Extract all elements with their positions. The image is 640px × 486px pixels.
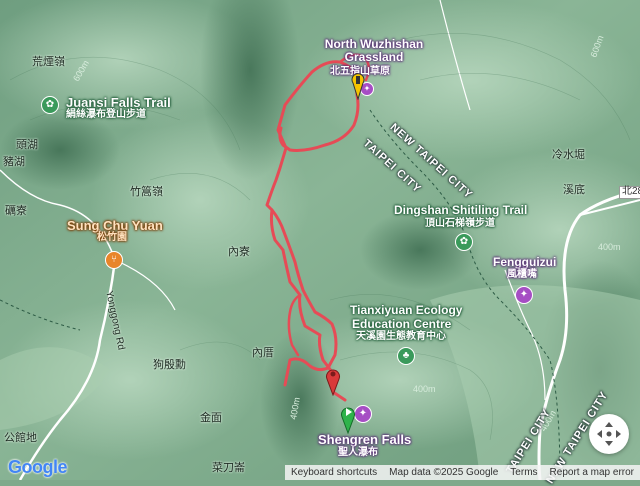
place-label: 狗殷勳 (153, 359, 186, 371)
waypoint-pin-icon[interactable] (350, 70, 366, 100)
park-icon[interactable]: ✿ (455, 233, 473, 251)
place-label: 頭湖 (16, 139, 38, 151)
camera-control-icon (597, 422, 621, 446)
google-logo: Google (8, 457, 68, 477)
place-label: 荒煙嶺 (32, 56, 65, 68)
report-map-error-link[interactable]: Report a map error (544, 467, 640, 478)
park-icon[interactable]: ✿ (41, 96, 59, 114)
place-label: 內寮 (228, 246, 250, 258)
place-label: 竹篙嶺 (130, 186, 163, 198)
camera-control-button[interactable] (589, 414, 629, 454)
place-label: 內厝 (252, 347, 274, 359)
museum-icon[interactable]: ✦ (515, 286, 533, 304)
place-label: 豬湖 (3, 156, 25, 168)
restaurant-icon[interactable]: ⑂ (105, 251, 123, 269)
fengguizui-label-zh: 風櫃嘴 (507, 269, 537, 280)
place-label: 溪底 (563, 184, 585, 196)
map-footer: Keyboard shortcuts Map data ©2025 Google… (285, 465, 640, 480)
place-label: 礪寮 (5, 205, 27, 217)
elev-label: 400m (413, 384, 436, 394)
dingshan-shitiling-trail-label-zh: 頂山石梯嶺步道 (425, 218, 495, 229)
juansi-falls-trail-label-zh: 絹絲瀑布登山步道 (66, 109, 146, 120)
place-label: 冷水堀 (552, 149, 585, 161)
fengguizui-label[interactable]: Fengguizui (493, 256, 556, 269)
tianxiyuan-label-line1[interactable]: Tianxiyuan Ecology (350, 304, 462, 317)
place-label: 菜刀崙 (212, 462, 245, 474)
elev-label: 400m (598, 242, 621, 252)
tree-icon[interactable]: ♣ (397, 347, 415, 365)
tianxiyuan-label-line2[interactable]: Education Centre (352, 318, 451, 331)
map-data-attribution: Map data ©2025 Google (389, 467, 499, 478)
start-pin-icon[interactable] (340, 404, 356, 434)
place-label: 金面 (200, 412, 222, 424)
terms-link[interactable]: Terms (504, 467, 543, 478)
museum-icon[interactable]: ✦ (354, 405, 372, 423)
north-wuzhishan-grassland-label[interactable]: North Wuzhishan Grassland (311, 38, 437, 63)
juansi-falls-trail-label[interactable]: Juansi Falls Trail (66, 96, 171, 110)
road-number-badge: 北28 (619, 186, 640, 199)
dingshan-shitiling-trail-label[interactable]: Dingshan Shitiling Trail (394, 204, 527, 217)
end-pin-icon[interactable] (325, 366, 341, 396)
shengren-falls-label-zh: 聖人瀑布 (338, 447, 378, 458)
sung-chu-yuan-label-zh: 松竹園 (97, 232, 127, 243)
place-label: 公館地 (4, 432, 37, 444)
sung-chu-yuan-label[interactable]: Sung Chu Yuan (67, 219, 163, 233)
tianxiyuan-label-zh: 天溪園生態教育中心 (356, 331, 446, 342)
shengren-falls-label[interactable]: Shengren Falls (318, 433, 411, 447)
keyboard-shortcuts-link[interactable]: Keyboard shortcuts (285, 467, 383, 478)
